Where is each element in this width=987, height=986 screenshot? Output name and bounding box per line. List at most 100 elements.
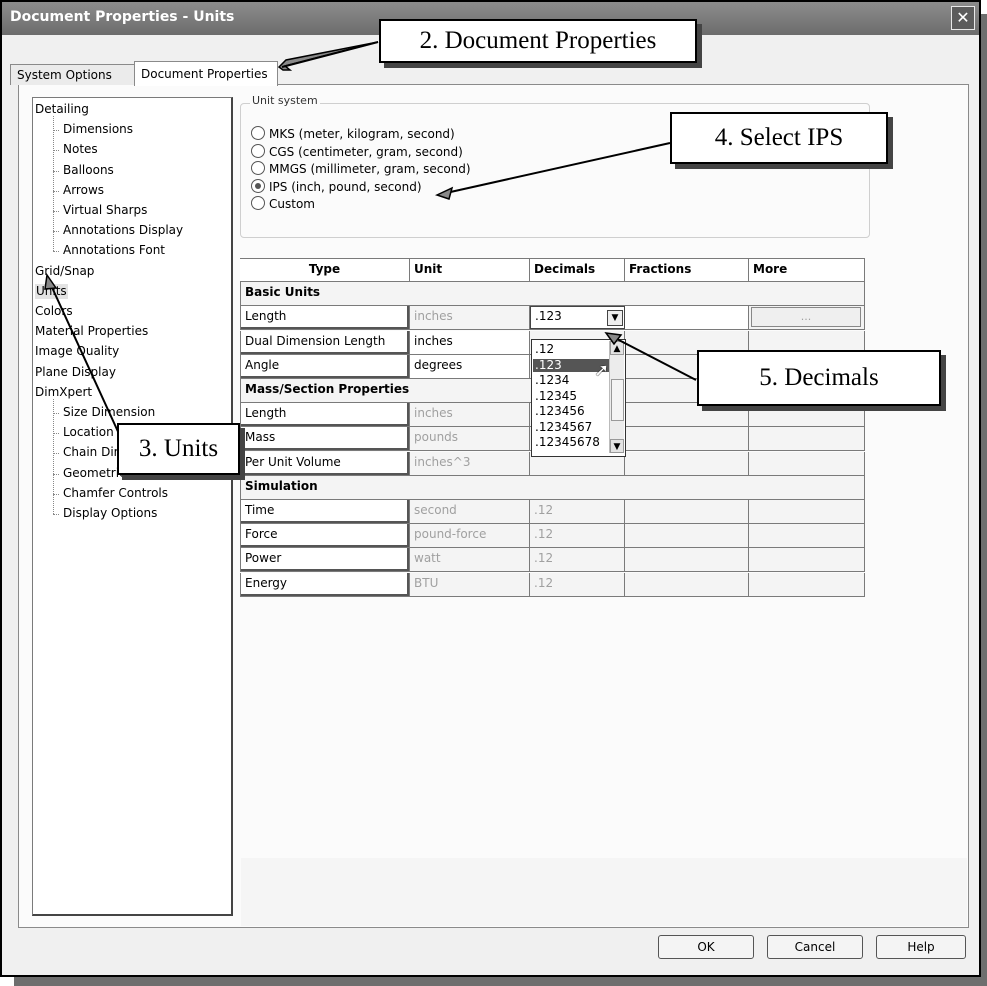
- radio-button-icon[interactable]: [251, 143, 265, 158]
- tree-connector: [53, 514, 59, 515]
- unit-cell: BTU: [410, 572, 530, 597]
- decimals-dropdown-value: .123: [535, 309, 562, 324]
- unit-cell: pounds: [410, 427, 530, 452]
- tree-item-colors[interactable]: Colors: [35, 304, 73, 319]
- tree-item-units[interactable]: Units: [35, 283, 68, 299]
- unit-system-legend: Unit system: [250, 94, 320, 107]
- callout-units: 3. Units: [117, 423, 240, 475]
- more-cell: [749, 403, 865, 428]
- tab-system-options[interactable]: System Options: [10, 64, 135, 85]
- radio-button-icon[interactable]: [251, 178, 265, 193]
- row-type-label: Per Unit Volume: [240, 451, 410, 476]
- unit-cell: inches: [410, 403, 530, 428]
- callout-decimals: 5. Decimals: [697, 350, 941, 406]
- unit-cell[interactable]: inches: [410, 330, 530, 355]
- close-button[interactable]: ✕: [951, 6, 975, 30]
- fractions-cell: [625, 403, 749, 428]
- tree-item-annotations-font[interactable]: Annotations Font: [63, 243, 165, 258]
- decimals-cell: .12: [530, 524, 625, 549]
- fractions-cell[interactable]: [625, 306, 749, 331]
- decimals-dropdown[interactable]: .123 ▼: [530, 306, 625, 330]
- unit-system-option[interactable]: Custom: [251, 196, 315, 211]
- tab-label: System Options: [17, 68, 112, 82]
- tree-item-plane-display[interactable]: Plane Display: [35, 365, 116, 380]
- tree-item-detailing[interactable]: Detailing: [35, 102, 89, 117]
- mouse-cursor-icon: ➚: [594, 360, 610, 381]
- tree-connector: [53, 116, 54, 252]
- dropdown-option[interactable]: .123456: [533, 405, 609, 418]
- row-type-label: Length: [240, 306, 410, 331]
- dropdown-option[interactable]: .12: [533, 343, 609, 356]
- unit-cell: inches: [410, 306, 530, 331]
- dropdown-option[interactable]: .12345678: [533, 436, 609, 449]
- help-button[interactable]: Help: [876, 935, 966, 959]
- decimals-cell: .12: [530, 500, 625, 524]
- unit-cell[interactable]: degrees: [410, 354, 530, 379]
- units-table: Type Unit Decimals Fractions More Basic Units…: [240, 258, 865, 674]
- close-icon: ✕: [956, 8, 970, 27]
- unit-cell: watt: [410, 548, 530, 573]
- tree-item-dimensions[interactable]: Dimensions: [63, 122, 133, 137]
- tree-item-material-properties[interactable]: Material Properties: [35, 324, 148, 339]
- tree-item-dimxpert[interactable]: DimXpert: [35, 385, 92, 400]
- tree-item-notes[interactable]: Notes: [63, 142, 98, 157]
- unit-cell: pound-force: [410, 524, 530, 549]
- unit-system-option[interactable]: CGS (centimeter, gram, second): [251, 143, 463, 159]
- tab-label: Document Properties: [141, 67, 268, 81]
- unit-system-option[interactable]: MMGS (millimeter, gram, second): [251, 161, 471, 176]
- unit-system-option-label: MMGS (millimeter, gram, second): [269, 162, 471, 176]
- unit-system-option-label: MKS (meter, kilogram, second): [269, 127, 455, 141]
- tab-document-properties[interactable]: Document Properties: [134, 61, 278, 86]
- callout-document-properties: 2. Document Properties: [379, 19, 697, 63]
- window-title: Document Properties - Units: [10, 9, 235, 25]
- more-cell: [749, 427, 865, 452]
- description-area: [241, 858, 967, 926]
- tree-item-size-dimension[interactable]: Size Dimension: [63, 405, 155, 420]
- fractions-cell: [625, 548, 749, 573]
- tree-item-virtual-sharps[interactable]: Virtual Sharps: [63, 203, 147, 218]
- tree-item-annotations-display[interactable]: Annotations Display: [63, 223, 183, 238]
- scroll-up-icon[interactable]: ▲: [610, 341, 624, 355]
- radio-button-icon[interactable]: [251, 161, 265, 175]
- tree-item-image-quality[interactable]: Image Quality: [35, 344, 119, 359]
- unit-system-option[interactable]: IPS (inch, pound, second): [251, 178, 422, 194]
- radio-button-icon[interactable]: [251, 126, 265, 140]
- column-header: Type: [240, 258, 410, 282]
- tree-item-balloons[interactable]: Balloons: [63, 163, 114, 178]
- column-header: Unit: [410, 258, 530, 282]
- more-cell: [749, 451, 865, 476]
- unit-system-option-label: Custom: [269, 197, 315, 211]
- tree-item-chamfer-controls[interactable]: Chamfer Controls: [63, 486, 168, 501]
- unit-system-option[interactable]: MKS (meter, kilogram, second): [251, 126, 455, 141]
- options-tree[interactable]: Detailing Dimensions Notes Balloons Arrows Vi…: [32, 97, 233, 916]
- more-button[interactable]: ...: [751, 307, 861, 328]
- row-type-label: Time: [240, 500, 410, 524]
- tree-item-arrows[interactable]: Arrows: [63, 183, 104, 198]
- section-header: Basic Units: [240, 282, 865, 307]
- callout-select-ips: 4. Select IPS: [670, 112, 888, 164]
- dropdown-scrollbar[interactable]: ▲ ▼: [609, 341, 624, 453]
- radio-button-icon[interactable]: [251, 196, 265, 210]
- unit-cell: second: [410, 500, 530, 524]
- dropdown-arrow-icon[interactable]: ▼: [607, 310, 623, 327]
- section-header: Simulation: [240, 475, 865, 500]
- tree-connector: [53, 398, 54, 514]
- fractions-cell: [625, 427, 749, 452]
- fractions-cell: [625, 524, 749, 549]
- ok-button[interactable]: OK: [658, 935, 754, 959]
- dropdown-option[interactable]: .1234567: [533, 420, 609, 434]
- tree-item-display-options[interactable]: Display Options: [63, 506, 157, 521]
- decimals-dropdown-list[interactable]: ▲ ▼ .12.123.1234.12345.123456.1234567.12…: [531, 339, 626, 457]
- dropdown-option[interactable]: .12345: [533, 389, 609, 403]
- cancel-button[interactable]: Cancel: [767, 935, 863, 959]
- decimals-cell: .12: [530, 572, 625, 597]
- scroll-thumb[interactable]: [611, 379, 624, 421]
- column-header: Decimals: [530, 258, 625, 282]
- scroll-down-icon[interactable]: ▼: [610, 439, 624, 453]
- tree-item-grid-snap[interactable]: Grid/Snap: [35, 264, 94, 279]
- row-type-label: Dual Dimension Length: [240, 330, 410, 355]
- tree-connector: [53, 251, 59, 253]
- decimals-cell: .12: [530, 548, 625, 573]
- row-type-label: Energy: [240, 572, 410, 597]
- more-cell: [749, 548, 865, 573]
